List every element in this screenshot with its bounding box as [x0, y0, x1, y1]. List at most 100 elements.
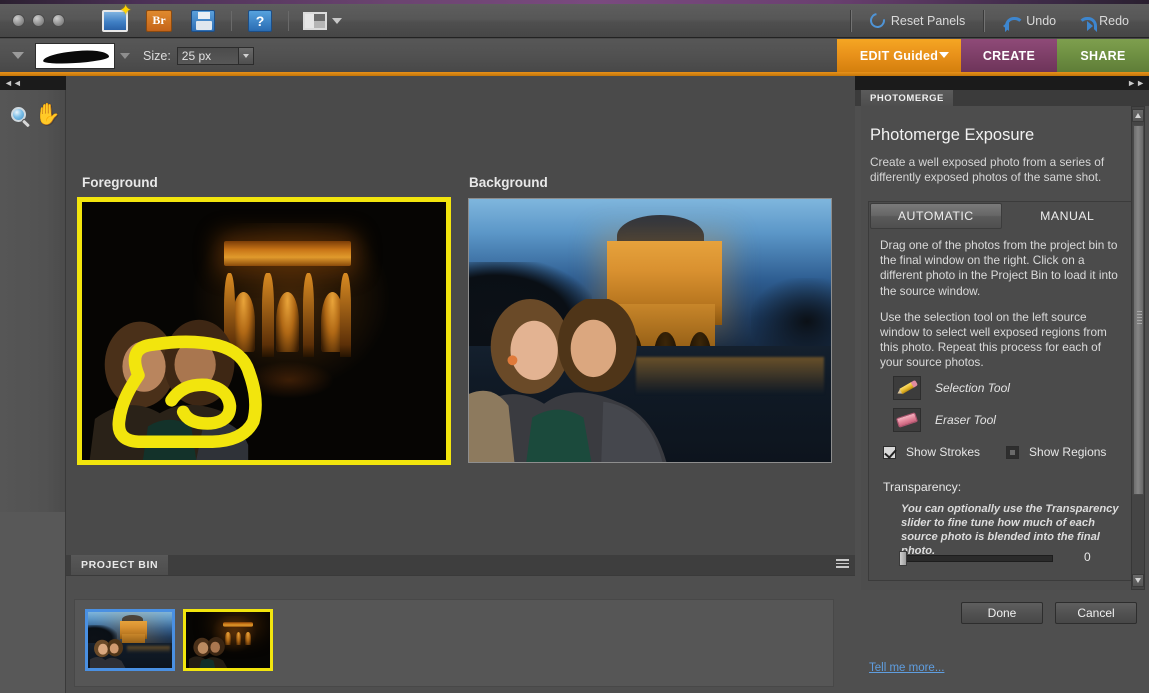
panel-footer: Done Cancel Tell me more...: [855, 594, 1149, 693]
background-photo: [469, 199, 831, 462]
panel-scroll-thumb[interactable]: [1133, 125, 1144, 495]
panel-tab-bar: PHOTOMERGE: [855, 90, 1149, 106]
eraser-tool-button[interactable]: [893, 408, 921, 432]
layout-icon: [302, 11, 327, 30]
panel-mode-container: AUTOMATIC MANUAL Drag one of the photos …: [868, 201, 1133, 581]
brush-size-input[interactable]: 25 px: [176, 46, 239, 65]
window-controls[interactable]: [12, 14, 65, 27]
panel-body: Photomerge Exposure Create a well expose…: [861, 106, 1137, 590]
menu-divider-3: [849, 9, 852, 32]
pencil-icon: [895, 379, 919, 397]
selection-tool-label: Selection Tool: [935, 381, 1010, 395]
eraser-tool-row[interactable]: Eraser Tool: [893, 407, 1093, 433]
transparency-slider-knob[interactable]: [899, 551, 907, 566]
left-panel-collapse-button[interactable]: ◄◄: [0, 76, 66, 90]
background-source-image[interactable]: [468, 198, 832, 463]
menu-bar-icons: Br ?: [93, 3, 349, 38]
show-regions-checkbox[interactable]: [1006, 445, 1020, 459]
selection-tool-row[interactable]: Selection Tool: [893, 375, 1093, 401]
undo-label: Undo: [1026, 13, 1057, 28]
reset-panels-button[interactable]: Reset Panels: [862, 9, 973, 32]
cancel-button[interactable]: Cancel: [1055, 602, 1137, 624]
brush-preset-preview[interactable]: [35, 42, 115, 69]
menu-bar-right-group: Reset Panels Undo Redo: [844, 9, 1149, 32]
chevron-down-icon: [939, 52, 949, 58]
menu-divider-4: [983, 9, 986, 32]
new-file-button[interactable]: [93, 3, 137, 38]
menu-divider-1: [231, 10, 232, 31]
photoshop-elements-window: Br ? Reset Panels Undo: [0, 0, 1149, 693]
brush-preset-dropdown-icon[interactable]: [120, 52, 130, 59]
panel-scrollbar[interactable]: [1131, 106, 1145, 590]
editor-canvas: Foreground Background: [66, 90, 855, 555]
project-bin-tab-bar: PROJECT BIN: [66, 555, 855, 575]
tool-options-bar: Size: 25 px EDIT Guided CREATE SHARE: [0, 39, 1149, 72]
save-button[interactable]: [181, 4, 225, 38]
foreground-source-image[interactable]: [77, 197, 451, 465]
tab-automatic[interactable]: AUTOMATIC: [870, 203, 1002, 229]
panel-title: Photomerge Exposure: [870, 126, 1035, 144]
zoom-tool-button[interactable]: [4, 100, 32, 128]
help-button[interactable]: ?: [238, 4, 282, 38]
tab-manual[interactable]: MANUAL: [1003, 202, 1133, 230]
project-bin-panel: [66, 575, 855, 693]
hand-tool-button[interactable]: ✋: [34, 100, 62, 128]
menu-bar: Br ? Reset Panels Undo: [0, 3, 1149, 38]
magnifier-icon: [10, 106, 26, 122]
redo-label: Redo: [1099, 13, 1129, 28]
help-icon: ?: [248, 9, 272, 32]
photo-subjects: [89, 316, 286, 460]
right-panel-collapse-button[interactable]: ►►: [855, 76, 1149, 90]
tab-photomerge[interactable]: PHOTOMERGE: [861, 90, 953, 106]
mode-create-button[interactable]: CREATE: [961, 39, 1057, 72]
show-strokes-label: Show Strokes: [906, 445, 981, 459]
transparency-slider-track[interactable]: [905, 555, 1053, 562]
thumbnail-photo-background: [88, 612, 172, 668]
scroll-thumb-grip-icon: [1137, 311, 1142, 325]
project-bin-thumbnail-2[interactable]: [183, 609, 273, 671]
show-regions-label: Show Regions: [1029, 445, 1107, 459]
mode-edit-label: EDIT Guided: [859, 48, 939, 63]
project-bin-tab[interactable]: PROJECT BIN: [71, 555, 169, 575]
photo-column: [302, 273, 315, 357]
photo-trees-right: [751, 277, 831, 357]
eraser-icon: [895, 412, 919, 428]
thumbnail-photo-foreground: [186, 612, 270, 668]
window-zoom-button[interactable]: [52, 14, 65, 27]
mode-share-button[interactable]: SHARE: [1057, 39, 1149, 72]
transparency-slider-row[interactable]: 0: [899, 550, 1127, 566]
project-bin-menu-icon[interactable]: [836, 559, 849, 570]
options-expand-icon[interactable]: [12, 52, 24, 59]
tools-panel-lower: [0, 512, 66, 693]
bridge-icon: Br: [146, 9, 172, 32]
panel-scroll-down-icon[interactable]: [1132, 574, 1144, 587]
done-button[interactable]: Done: [961, 602, 1043, 624]
menu-divider-2: [288, 10, 289, 31]
show-strokes-checkbox[interactable]: [883, 445, 896, 459]
brush-stroke-icon: [42, 48, 110, 65]
project-bin-thumbnail-1[interactable]: [85, 609, 175, 671]
mode-tab-row: AUTOMATIC MANUAL: [869, 202, 1132, 230]
foreground-photo: [82, 202, 446, 460]
redo-button[interactable]: Redo: [1068, 10, 1137, 32]
tell-me-more-link[interactable]: Tell me more...: [869, 662, 944, 674]
panel-scroll-up-icon[interactable]: [1132, 109, 1144, 122]
window-close-button[interactable]: [12, 14, 25, 27]
selection-tool-button[interactable]: [893, 376, 921, 400]
project-bin-thumbnail-strip: [74, 599, 834, 687]
eraser-tool-label: Eraser Tool: [935, 413, 996, 427]
instruction-paragraph-2: Use the selection tool on the left sourc…: [880, 309, 1107, 370]
layout-button[interactable]: [295, 4, 349, 38]
transparency-label: Transparency:: [883, 480, 962, 494]
undo-button[interactable]: Undo: [995, 10, 1064, 32]
bridge-button[interactable]: Br: [137, 4, 181, 38]
hand-icon: ✋: [34, 102, 62, 126]
brush-size-stepper[interactable]: [238, 46, 254, 65]
tools-panel: ✋: [0, 90, 66, 512]
panel-instructions: Drag one of the photos from the project …: [880, 238, 1126, 371]
window-minimize-button[interactable]: [32, 14, 45, 27]
transparency-value: 0: [1084, 550, 1091, 564]
mode-switcher: EDIT Guided CREATE SHARE: [837, 39, 1149, 72]
background-pane-label: Background: [469, 175, 548, 190]
mode-edit-guided-button[interactable]: EDIT Guided: [837, 39, 961, 72]
